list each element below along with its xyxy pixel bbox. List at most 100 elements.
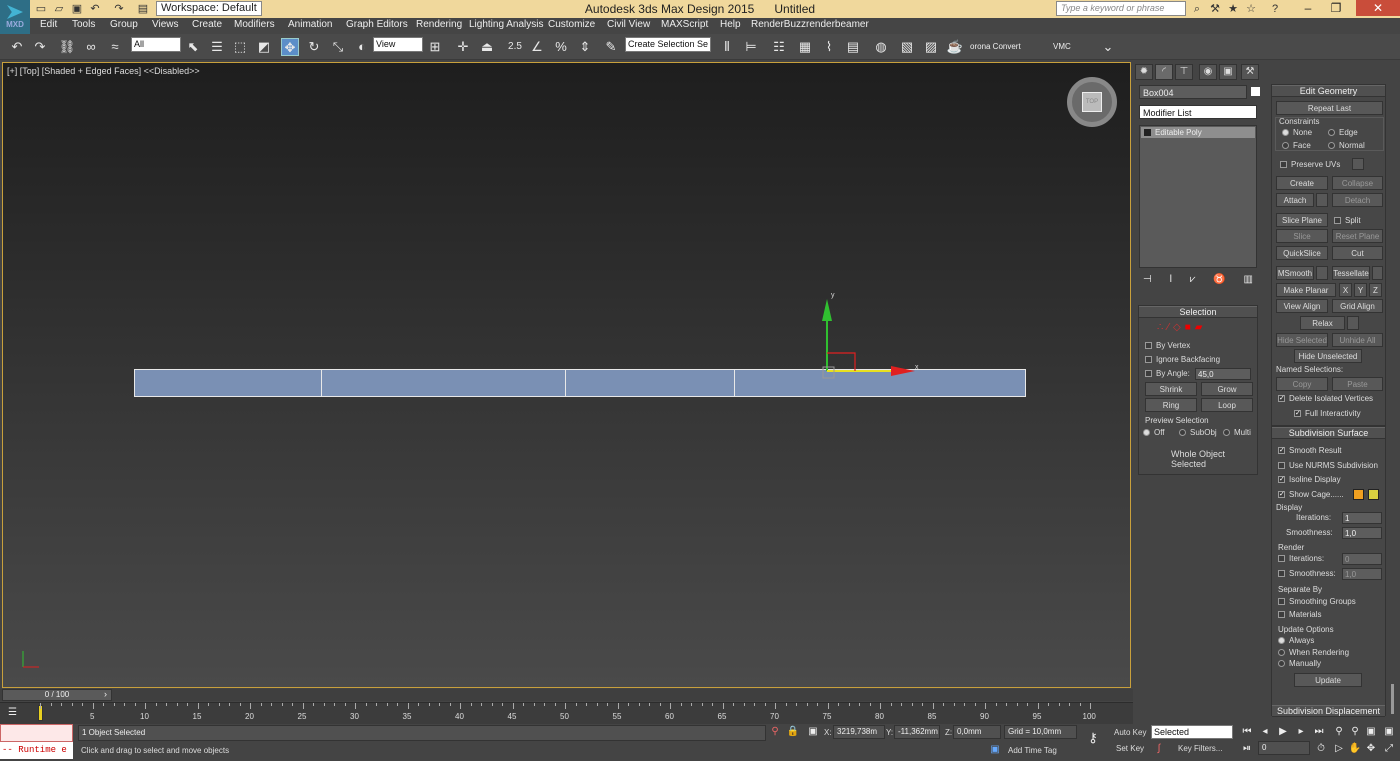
selection-rollout-header[interactable]: Selection bbox=[1139, 306, 1257, 318]
x-coordinate-field[interactable]: 3219,738m bbox=[833, 725, 885, 739]
menu-renderbuzz[interactable]: RenderBuzz bbox=[751, 19, 806, 30]
display-tab-icon[interactable]: ▣ bbox=[1219, 64, 1237, 80]
create-button[interactable]: Create bbox=[1276, 176, 1328, 190]
menu-renderbeamer[interactable]: renderbeamer bbox=[806, 19, 869, 30]
smoothing-groups-option[interactable]: Smoothing Groups bbox=[1278, 597, 1356, 606]
relax-button[interactable]: Relax bbox=[1300, 316, 1345, 330]
z-coordinate-field[interactable]: 0,0mm bbox=[953, 725, 1001, 739]
pivot-center-icon[interactable]: ⊞ bbox=[426, 38, 444, 56]
vmc-button[interactable]: VMC bbox=[1053, 42, 1071, 51]
subscription-icon[interactable]: ⚒ bbox=[1208, 2, 1222, 16]
menu-tools[interactable]: Tools bbox=[72, 19, 95, 30]
go-to-start-icon[interactable]: ⏮ bbox=[1240, 725, 1254, 739]
cage-color-swatch-1[interactable] bbox=[1353, 489, 1364, 500]
smooth-result-option[interactable]: ✓ Smooth Result bbox=[1278, 446, 1341, 455]
isoline-display-option[interactable]: ✓ Isoline Display bbox=[1278, 475, 1341, 484]
undo-icon[interactable]: ↶ bbox=[88, 2, 102, 16]
update-manually-radio[interactable]: Manually bbox=[1278, 659, 1321, 668]
key-filters-button[interactable]: Key Filters... bbox=[1178, 744, 1222, 753]
angle-spinner[interactable]: 45,0 bbox=[1195, 368, 1251, 380]
stack-item-editable-poly[interactable]: Editable Poly bbox=[1141, 127, 1255, 138]
communication-icon[interactable]: ★ bbox=[1226, 2, 1240, 16]
orbit-icon[interactable]: ✥ bbox=[1364, 742, 1378, 756]
create-tab-icon[interactable]: ✹ bbox=[1135, 64, 1153, 80]
grow-button[interactable]: Grow bbox=[1201, 382, 1253, 396]
subdivision-surface-header[interactable]: Subdivision Surface bbox=[1272, 427, 1385, 439]
cut-button[interactable]: Cut bbox=[1332, 246, 1383, 260]
view-align-button[interactable]: View Align bbox=[1276, 299, 1328, 313]
configure-modifier-sets-icon[interactable]: ▥ bbox=[1244, 274, 1253, 286]
preview-multi-radio[interactable]: Multi bbox=[1223, 428, 1251, 437]
gizmo-x-arrow[interactable] bbox=[891, 366, 915, 376]
constraint-none-radio[interactable]: None bbox=[1282, 128, 1312, 137]
previous-frame-icon[interactable]: ◂ bbox=[1258, 725, 1272, 739]
go-to-end-icon[interactable]: ⏭ bbox=[1312, 725, 1326, 739]
render-iterations-spinner[interactable]: 0 bbox=[1342, 553, 1382, 565]
slice-plane-button[interactable]: Slice Plane bbox=[1276, 213, 1328, 227]
menu-maxscript[interactable]: MAXScript bbox=[661, 19, 708, 30]
project-folder-icon[interactable]: ▤ bbox=[136, 2, 150, 16]
update-when-rendering-radio[interactable]: When Rendering bbox=[1278, 648, 1349, 657]
rendered-frame-window-icon[interactable]: ▨ bbox=[922, 38, 940, 56]
subobject-level-icons[interactable]: ∴⁄◇■▰ bbox=[1157, 322, 1206, 333]
open-file-icon[interactable]: ▱ bbox=[52, 2, 66, 16]
select-and-scale-icon[interactable]: ⤡ bbox=[329, 38, 347, 56]
next-frame-icon[interactable]: ▸ bbox=[1294, 725, 1308, 739]
current-frame-field[interactable]: 0 bbox=[1258, 741, 1310, 755]
menu-animation[interactable]: Animation bbox=[288, 19, 332, 30]
msmooth-settings-button[interactable] bbox=[1316, 266, 1328, 280]
update-always-radio[interactable]: Always bbox=[1278, 636, 1314, 645]
align-icon[interactable]: ⊨ bbox=[742, 38, 760, 56]
menu-group[interactable]: Group bbox=[110, 19, 138, 30]
ignore-backfacing-option[interactable]: Ignore Backfacing bbox=[1145, 355, 1220, 364]
percent-snap-icon[interactable]: % bbox=[552, 38, 570, 56]
selection-filter-dropdown[interactable]: All bbox=[131, 37, 181, 52]
toolbar-overflow-icon[interactable]: ⌄ bbox=[1099, 38, 1117, 56]
time-slider-track[interactable] bbox=[0, 689, 1133, 701]
select-and-rotate-icon[interactable]: ↻ bbox=[305, 38, 323, 56]
keyboard-shortcut-override-icon[interactable]: ⏏ bbox=[478, 38, 496, 56]
restore-button[interactable]: ❐ bbox=[1322, 0, 1350, 16]
constraint-edge-radio[interactable]: Edge bbox=[1328, 128, 1358, 137]
layer-manager-icon[interactable]: ☷ bbox=[770, 38, 788, 56]
save-file-icon[interactable]: ▣ bbox=[70, 2, 84, 16]
preview-off-radio[interactable]: Off bbox=[1143, 428, 1165, 437]
default-in-out-tangents-icon[interactable]: ∫ bbox=[1152, 742, 1166, 756]
angle-snap-icon[interactable]: ∠ bbox=[528, 38, 546, 56]
schematic-view-icon[interactable]: ▤ bbox=[844, 38, 862, 56]
material-editor-icon[interactable]: ◍ bbox=[872, 38, 890, 56]
relax-settings-button[interactable] bbox=[1347, 316, 1359, 330]
menu-graph-editors[interactable]: Graph Editors bbox=[346, 19, 408, 30]
menu-rendering[interactable]: Rendering bbox=[416, 19, 462, 30]
edit-geometry-header[interactable]: Edit Geometry bbox=[1272, 85, 1385, 97]
key-mode-toggle-icon[interactable]: ⏯ bbox=[1240, 742, 1254, 756]
key-mode-dropdown[interactable]: Selected bbox=[1151, 725, 1233, 739]
menu-civil-view[interactable]: Civil View bbox=[607, 19, 650, 30]
menu-customize[interactable]: Customize bbox=[548, 19, 595, 30]
modify-tab-icon[interactable]: ◜ bbox=[1155, 64, 1173, 80]
viewcube-face[interactable]: TOP bbox=[1082, 92, 1102, 112]
viewcube[interactable]: TOP bbox=[1067, 77, 1117, 127]
object-color-swatch[interactable] bbox=[1251, 87, 1260, 96]
pin-stack-icon[interactable]: ⊣ bbox=[1143, 274, 1152, 286]
attach-button[interactable]: Attach bbox=[1276, 193, 1314, 207]
move-gizmo[interactable]: y x bbox=[803, 289, 933, 389]
redo-icon[interactable]: ↷ bbox=[112, 2, 126, 16]
planar-x-button[interactable]: X bbox=[1339, 283, 1352, 297]
constraint-face-radio[interactable]: Face bbox=[1282, 141, 1311, 150]
field-of-view-icon[interactable]: ▷ bbox=[1332, 742, 1346, 756]
mirror-icon[interactable]: ⫴ bbox=[718, 38, 736, 56]
menu-help[interactable]: Help bbox=[720, 19, 741, 30]
unhide-all-button[interactable]: Unhide All bbox=[1332, 333, 1383, 347]
preserve-uvs-settings-button[interactable] bbox=[1352, 158, 1364, 170]
copy-button[interactable]: Copy bbox=[1276, 377, 1328, 391]
y-coordinate-field[interactable]: -11,362mm bbox=[894, 725, 940, 739]
new-file-icon[interactable]: ▭ bbox=[34, 2, 48, 16]
msmooth-button[interactable]: MSmooth bbox=[1276, 266, 1314, 280]
menu-create[interactable]: Create bbox=[192, 19, 222, 30]
delete-isolated-vertices-option[interactable]: ✓ Delete Isolated Vertices bbox=[1278, 394, 1373, 403]
render-iterations-option[interactable]: Iterations: bbox=[1278, 554, 1324, 563]
update-button[interactable]: Update bbox=[1294, 673, 1362, 687]
menu-views[interactable]: Views bbox=[152, 19, 179, 30]
track-bar[interactable]: ☰ 5 10 15 20 25 30 35 40 45 50 55 60 65 70 75 80 85 90 95 1… bbox=[0, 702, 1133, 724]
